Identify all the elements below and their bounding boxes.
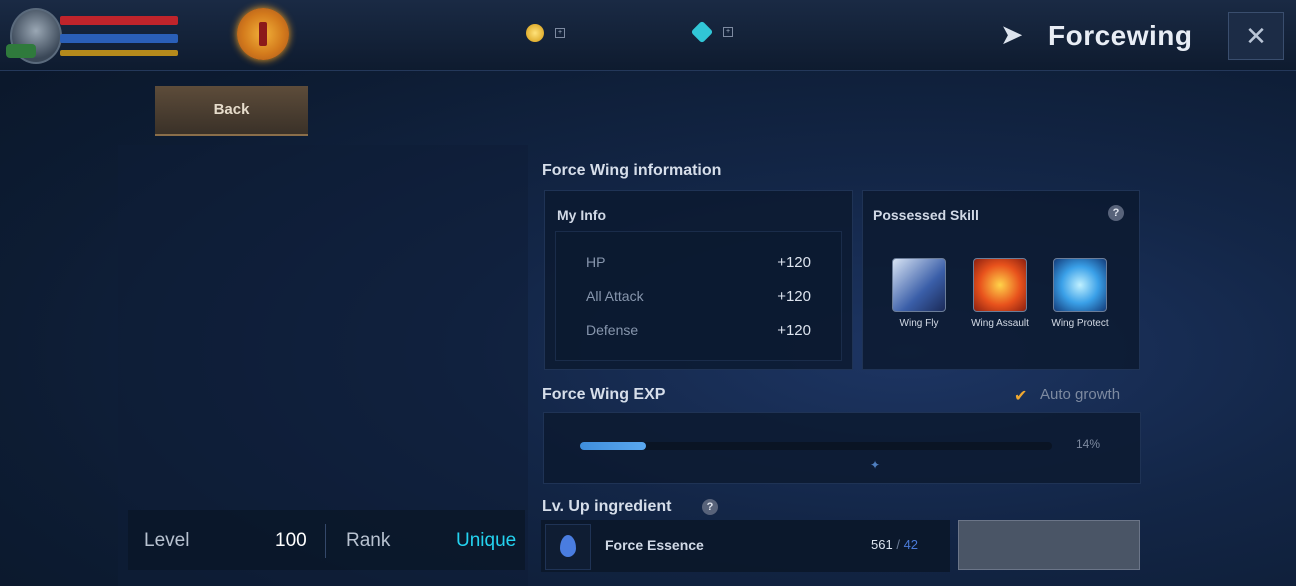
page-title: Forcewing [1048, 20, 1193, 51]
skill-wing-fly[interactable]: Wing Fly [882, 258, 956, 330]
ingredient-row: Force Essence 561 / 42 [541, 520, 950, 572]
skill-name: Wing Fly [899, 318, 939, 329]
exp-progress-bar [580, 442, 1052, 450]
ingredient-help-icon[interactable]: ? [702, 499, 718, 515]
level-rank-summary: Level 100 Rank Unique [128, 510, 525, 570]
exp-progress-text: 14% [1076, 437, 1101, 451]
skill-name: Wing Assault [971, 318, 1029, 329]
ingredient-title: Lv. Up ingredient [542, 498, 672, 515]
stat-value: +120 [777, 288, 811, 305]
exp-title: Force Wing EXP [542, 386, 666, 403]
wing-fly-icon [892, 258, 946, 312]
level-value: 100 [275, 530, 307, 551]
gold-coin-icon [526, 24, 544, 42]
stat-row-hp: HP +120 [556, 248, 841, 278]
stat-value: +120 [777, 322, 811, 339]
level-label: Level [144, 530, 190, 551]
stat-name: All Attack [586, 288, 644, 304]
ingredient-owned: 561 [871, 537, 893, 552]
ingredient-name: Force Essence [605, 537, 704, 553]
xp-bar [60, 50, 178, 56]
stat-row-defense: Defense +120 [556, 316, 841, 346]
auto-growth-checkbox[interactable]: ✔ [1014, 386, 1027, 406]
level-badge [6, 44, 36, 58]
skill-wing-protect[interactable]: Wing Protect [1043, 258, 1117, 330]
skill-wing-assault[interactable]: Wing Assault [963, 258, 1037, 330]
ingredient-separator: / [896, 537, 900, 552]
rank-medal-icon[interactable] [237, 8, 289, 60]
stat-row-all-attack: All Attack +120 [556, 282, 841, 312]
possessed-skill-title: Possessed Skill [873, 207, 979, 223]
rank-label: Rank [346, 530, 391, 551]
info-title: Force Wing information [542, 162, 722, 179]
rank-value: Unique [456, 530, 517, 551]
gem-icon [690, 20, 714, 44]
add-gem-icon[interactable]: + [723, 27, 733, 37]
ingredient-required: 42 [903, 537, 919, 552]
gem-currency[interactable]: + [690, 20, 733, 44]
wing-assault-icon [973, 258, 1027, 312]
force-essence-icon[interactable] [545, 524, 591, 570]
gold-currency[interactable]: + [526, 24, 565, 42]
exp-progress-fill [580, 442, 647, 450]
stats-list: HP +120 All Attack +120 Defense +120 [555, 231, 842, 361]
level-up-button[interactable] [958, 520, 1140, 570]
sparkle-icon: ✦ [870, 458, 881, 472]
skill-name: Wing Protect [1051, 318, 1109, 329]
my-info-title: My Info [557, 207, 606, 223]
stat-name: Defense [586, 322, 639, 338]
wing-protect-icon [1053, 258, 1107, 312]
auto-growth-label: Auto growth [1040, 386, 1121, 403]
top-bar: + + ➤ Forcewing ✕ [0, 0, 1296, 71]
hp-bar [60, 16, 178, 25]
my-info-panel: My Info HP +120 All Attack +120 Defense … [544, 190, 853, 370]
close-button[interactable]: ✕ [1228, 12, 1284, 60]
ingredient-count: 561 / 42 [871, 537, 918, 552]
back-button[interactable]: Back [155, 86, 308, 136]
wing-icon: ➤ [1000, 19, 1024, 50]
skill-help-icon[interactable]: ? [1108, 205, 1124, 221]
add-gold-icon[interactable]: + [555, 28, 565, 38]
mp-bar [60, 34, 178, 43]
stat-value: +120 [777, 254, 811, 271]
stat-name: HP [586, 254, 606, 270]
divider [325, 524, 326, 558]
